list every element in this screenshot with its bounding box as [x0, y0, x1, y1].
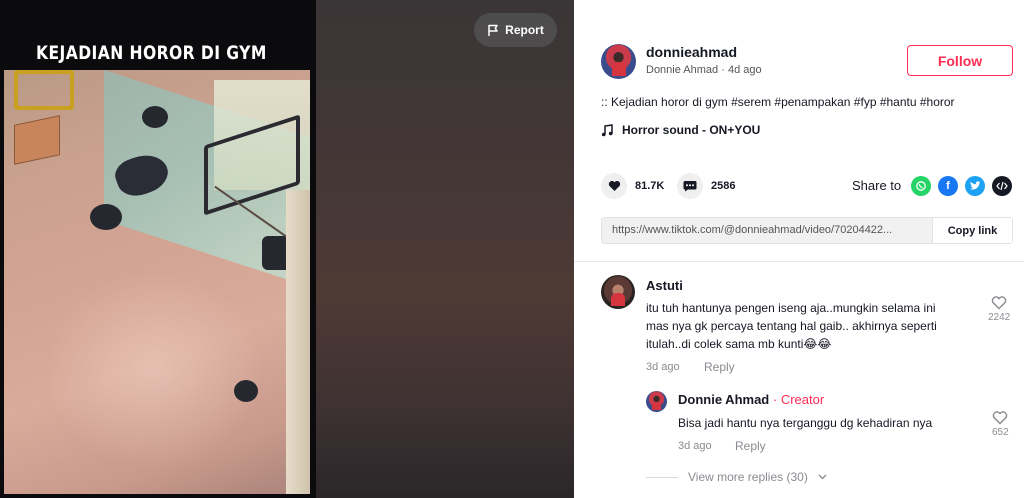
comment-line: itulah..di colek sama mb kunti😂😂: [646, 337, 832, 351]
reply-time: 3d ago: [678, 440, 712, 452]
music-note-icon: [601, 123, 613, 136]
heart-outline-icon: [993, 411, 1008, 425]
whatsapp-icon[interactable]: [911, 176, 931, 196]
commenter-name[interactable]: Astuti: [646, 278, 683, 293]
commenter-avatar[interactable]: [601, 275, 635, 309]
gym-box: [14, 115, 60, 165]
more-replies-label: View more replies (30): [688, 470, 808, 484]
music-title: Horror sound - ON+YOU: [622, 123, 761, 137]
comment-icon: [677, 173, 703, 199]
like-stat[interactable]: 81.7K: [601, 173, 664, 199]
gym-bag: [90, 204, 122, 230]
share-link-text[interactable]: https://www.tiktok.com/@donnieahmad/vide…: [602, 218, 932, 243]
subline-separator: ·: [721, 64, 725, 76]
comment-like-count: 2242: [988, 312, 1011, 323]
video-blurred-background: [316, 0, 574, 498]
video-frame: [4, 70, 310, 494]
author-subline: Donnie Ahmad · 4d ago: [646, 64, 762, 76]
gym-pillar: [286, 190, 310, 494]
chevron-down-icon: [818, 474, 827, 480]
music-link[interactable]: Horror sound - ON+YOU: [601, 123, 760, 137]
reply-header: Donnie Ahmad · Creator: [678, 392, 824, 407]
reply-text: Bisa jadi hantu nya terganggu dg kehadir…: [678, 416, 933, 430]
embed-icon[interactable]: [992, 176, 1012, 196]
floor-reflection: [44, 270, 264, 470]
side-panel: donnieahmad Donnie Ahmad · 4d ago Follow…: [574, 0, 1024, 498]
author-avatar[interactable]: [601, 44, 636, 79]
comment-time: 3d ago: [646, 361, 680, 373]
share-label: Share to: [852, 178, 902, 193]
heart-icon: [601, 173, 627, 199]
creator-tag: · Creator: [772, 392, 825, 407]
reply-author-name[interactable]: Donnie Ahmad: [678, 392, 769, 407]
heart-outline-icon: [991, 296, 1007, 310]
comment-like[interactable]: 2242: [988, 296, 1010, 323]
reply-reply-button[interactable]: Reply: [735, 439, 766, 453]
view-more-replies[interactable]: View more replies (30): [646, 470, 827, 484]
post-time: 4d ago: [727, 64, 762, 76]
gym-stool: [142, 106, 168, 128]
flag-icon: [488, 24, 498, 36]
video-player[interactable]: KEJADIAN HOROR DI GYM: [0, 0, 316, 498]
video-overlay-title: KEJADIAN HOROR DI GYM: [36, 42, 267, 64]
report-label: Report: [505, 23, 544, 37]
follow-button[interactable]: Follow: [907, 45, 1013, 76]
author-display-name: Donnie Ahmad: [646, 64, 719, 76]
gym-rack: [14, 70, 74, 110]
facebook-icon[interactable]: f: [938, 176, 958, 196]
comment-line: itu tuh hantunya pengen iseng aja..mungk…: [646, 301, 936, 315]
comment-stat[interactable]: 2586: [677, 173, 735, 199]
twitter-icon[interactable]: [965, 176, 985, 196]
more-replies-line: [646, 476, 678, 478]
kettlebell: [234, 380, 258, 402]
comment-reply-button[interactable]: Reply: [704, 360, 735, 374]
author-username[interactable]: donnieahmad: [646, 44, 737, 60]
comment-text: itu tuh hantunya pengen iseng aja..mungk…: [646, 299, 996, 353]
reply-like[interactable]: 652: [992, 411, 1009, 438]
comment-line: mas nya gk percaya tentang hal gaib.. ak…: [646, 319, 937, 333]
comment-count: 2586: [711, 180, 736, 192]
share-link-box: https://www.tiktok.com/@donnieahmad/vide…: [601, 217, 1013, 244]
like-count: 81.7K: [635, 180, 665, 192]
copy-link-button[interactable]: Copy link: [932, 218, 1012, 243]
reply-avatar[interactable]: [646, 391, 667, 412]
reply-like-count: 652: [992, 427, 1009, 438]
video-stage: KEJADIAN HOROR DI GYM Report: [0, 0, 574, 498]
panel-divider: [574, 261, 1024, 262]
report-button[interactable]: Report: [474, 13, 557, 47]
post-caption: :: Kejadian horor di gym #serem #penampa…: [601, 95, 955, 109]
